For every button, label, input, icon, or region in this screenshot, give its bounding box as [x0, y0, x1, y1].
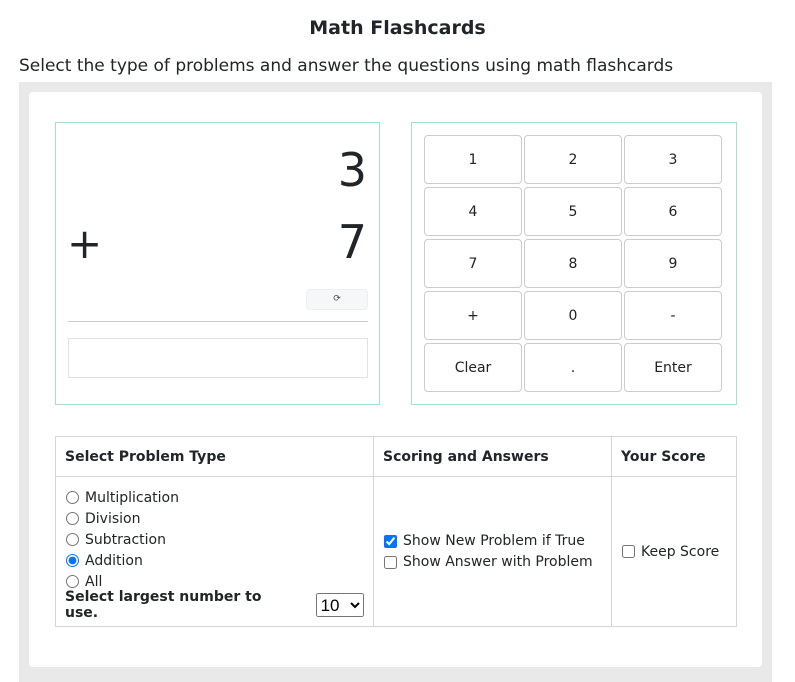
score-cell: Keep Score: [611, 476, 737, 627]
radio-addition[interactable]: [66, 554, 79, 567]
problem-type-division[interactable]: Division: [65, 508, 364, 529]
key-minus[interactable]: -: [624, 291, 722, 340]
option-label: Multiplication: [85, 489, 179, 506]
new-problem-button[interactable]: ⟳: [306, 289, 368, 310]
keep-score-option[interactable]: Keep Score: [621, 541, 727, 562]
key-4[interactable]: 4: [424, 187, 522, 236]
key-5[interactable]: 5: [524, 187, 622, 236]
key-8[interactable]: 8: [524, 239, 622, 288]
option-label: All: [85, 573, 103, 590]
scoring-option[interactable]: Show Answer with Problem: [383, 552, 602, 573]
option-label: Addition: [85, 552, 143, 569]
refresh-icon: ⟳: [333, 294, 341, 304]
key-clear[interactable]: Clear: [424, 343, 522, 392]
answer-divider: [68, 321, 368, 322]
header-scoring: Scoring and Answers: [373, 436, 612, 477]
scoring-checkbox[interactable]: [384, 534, 397, 548]
keep-score-label: Keep Score: [641, 543, 720, 560]
key-1[interactable]: 1: [424, 135, 522, 184]
scoring-cell: Show New Problem if True Show Answer with…: [373, 476, 612, 627]
key-0[interactable]: 0: [524, 291, 622, 340]
page-subtitle: Select the type of problems and answer t…: [19, 56, 674, 76]
largest-number-select[interactable]: 10: [315, 593, 364, 617]
option-label: Division: [85, 510, 141, 527]
key-plus[interactable]: +: [424, 291, 522, 340]
problem-type-subtraction[interactable]: Subtraction: [65, 529, 364, 550]
problem-type-cell: Multiplication Division Subtraction Additio…: [55, 476, 374, 627]
options-table: Select Problem Type Scoring and Answers …: [55, 436, 737, 627]
key-enter[interactable]: Enter: [624, 343, 722, 392]
radio-multiplication[interactable]: [66, 491, 79, 504]
scoring-checkbox[interactable]: [384, 555, 397, 569]
option-label: Show New Problem if True: [403, 533, 585, 549]
operator: +: [67, 219, 103, 268]
bottom-number: 7: [337, 215, 367, 269]
page-title: Math Flashcards: [309, 17, 486, 39]
keep-score-checkbox[interactable]: [622, 545, 635, 558]
header-score: Your Score: [611, 436, 737, 477]
key-decimal[interactable]: .: [524, 343, 622, 392]
radio-division[interactable]: [66, 512, 79, 525]
key-9[interactable]: 9: [624, 239, 722, 288]
problem-type-addition[interactable]: Addition: [65, 550, 364, 571]
answer-display[interactable]: [68, 338, 368, 378]
flashcard: 3 + 7 ⟳: [55, 122, 380, 405]
key-6[interactable]: 6: [624, 187, 722, 236]
largest-number-label: Select largest number to use.: [65, 589, 262, 621]
radio-all[interactable]: [66, 575, 79, 588]
option-label: Show Answer with Problem: [403, 554, 593, 570]
top-number: 3: [337, 143, 367, 197]
scoring-option[interactable]: Show New Problem if True: [383, 531, 602, 552]
header-problem-type: Select Problem Type: [55, 436, 374, 477]
key-7[interactable]: 7: [424, 239, 522, 288]
option-label: Subtraction: [85, 531, 166, 548]
problem-type-multiplication[interactable]: Multiplication: [65, 487, 364, 508]
key-3[interactable]: 3: [624, 135, 722, 184]
key-2[interactable]: 2: [524, 135, 622, 184]
radio-subtraction[interactable]: [66, 533, 79, 546]
